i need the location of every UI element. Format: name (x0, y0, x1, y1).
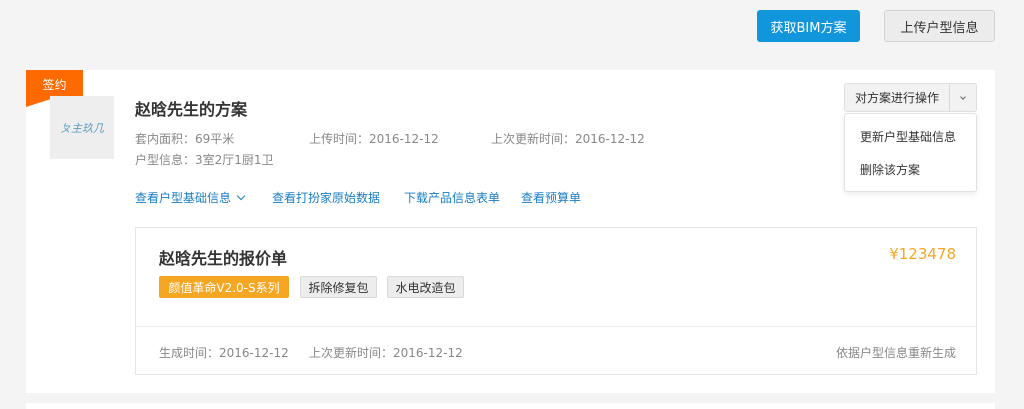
quote-title: 赵晗先生的报价单 (159, 249, 288, 268)
get-bim-button[interactable]: 获取BIM方案 (757, 10, 860, 42)
area-info: 套内面积：69平米 (135, 130, 234, 147)
plan-title: 赵晗先生的方案 (135, 100, 248, 119)
plan-operations-menu: 更新户型基础信息 删除该方案 (844, 113, 977, 192)
chevron-down-icon (960, 93, 966, 100)
tag-series: 颜值革命V2.0-S系列 (159, 276, 289, 298)
quote-divider (136, 326, 976, 327)
plan-thumbnail[interactable]: ㄆ主玖几 (50, 96, 114, 159)
thumbnail-logo: ㄆ主玖几 (60, 121, 104, 135)
upload-time-info: 上传时间：2016-12-12 (309, 130, 439, 147)
quote-updated-info: 上次更新时间：2016-12-12 (309, 344, 463, 361)
tag-plumbing-electrical: 水电改造包 (387, 276, 464, 298)
view-budget-link[interactable]: 查看预算单 (521, 189, 581, 206)
upload-time-label: 上传时间： (309, 132, 370, 146)
area-label: 套内面积： (135, 132, 196, 146)
download-product-form-link[interactable]: 下载产品信息表单 (404, 189, 500, 206)
chevron-down-icon (236, 191, 246, 201)
view-basic-info-label: 查看户型基础信息 (135, 191, 232, 205)
layout-value: 3室2厅1厨1卫 (195, 153, 274, 167)
next-plan-card (26, 403, 995, 409)
quote-created-info: 生成时间：2016-12-12 (159, 344, 289, 361)
plan-operations-toggle[interactable] (949, 83, 977, 112)
updated-value: 2016-12-12 (393, 346, 463, 360)
tag-demolition: 拆除修复包 (300, 276, 377, 298)
layout-label: 户型信息： (135, 153, 196, 167)
updated-label: 上次更新时间： (309, 346, 394, 360)
upload-layout-button[interactable]: 上传户型信息 (884, 10, 995, 42)
update-time-info: 上次更新时间：2016-12-12 (491, 130, 645, 147)
plan-operations-dropdown: 对方案进行操作 (844, 83, 977, 112)
created-label: 生成时间： (159, 346, 220, 360)
created-value: 2016-12-12 (219, 346, 289, 360)
upload-time-value: 2016-12-12 (369, 132, 439, 146)
area-value: 69平米 (195, 132, 235, 146)
update-time-value: 2016-12-12 (575, 132, 645, 146)
plan-operations-button[interactable]: 对方案进行操作 (844, 83, 949, 112)
quote-card: 赵晗先生的报价单 ¥123478 颜值革命V2.0-S系列 拆除修复包 水电改造… (135, 227, 977, 375)
signed-badge-label: 签约 (26, 70, 83, 98)
quote-price: ¥123478 (889, 245, 956, 263)
layout-info: 户型信息：3室2厅1厨1卫 (135, 151, 274, 168)
view-raw-data-link[interactable]: 查看打扮家原始数据 (272, 189, 380, 206)
update-time-label: 上次更新时间： (491, 132, 576, 146)
menu-item-update-basic-info[interactable]: 更新户型基础信息 (860, 128, 956, 145)
menu-item-delete-plan[interactable]: 删除该方案 (860, 161, 920, 178)
regenerate-link[interactable]: 依据户型信息重新生成 (836, 344, 956, 361)
view-basic-info-link[interactable]: 查看户型基础信息 (135, 189, 246, 206)
